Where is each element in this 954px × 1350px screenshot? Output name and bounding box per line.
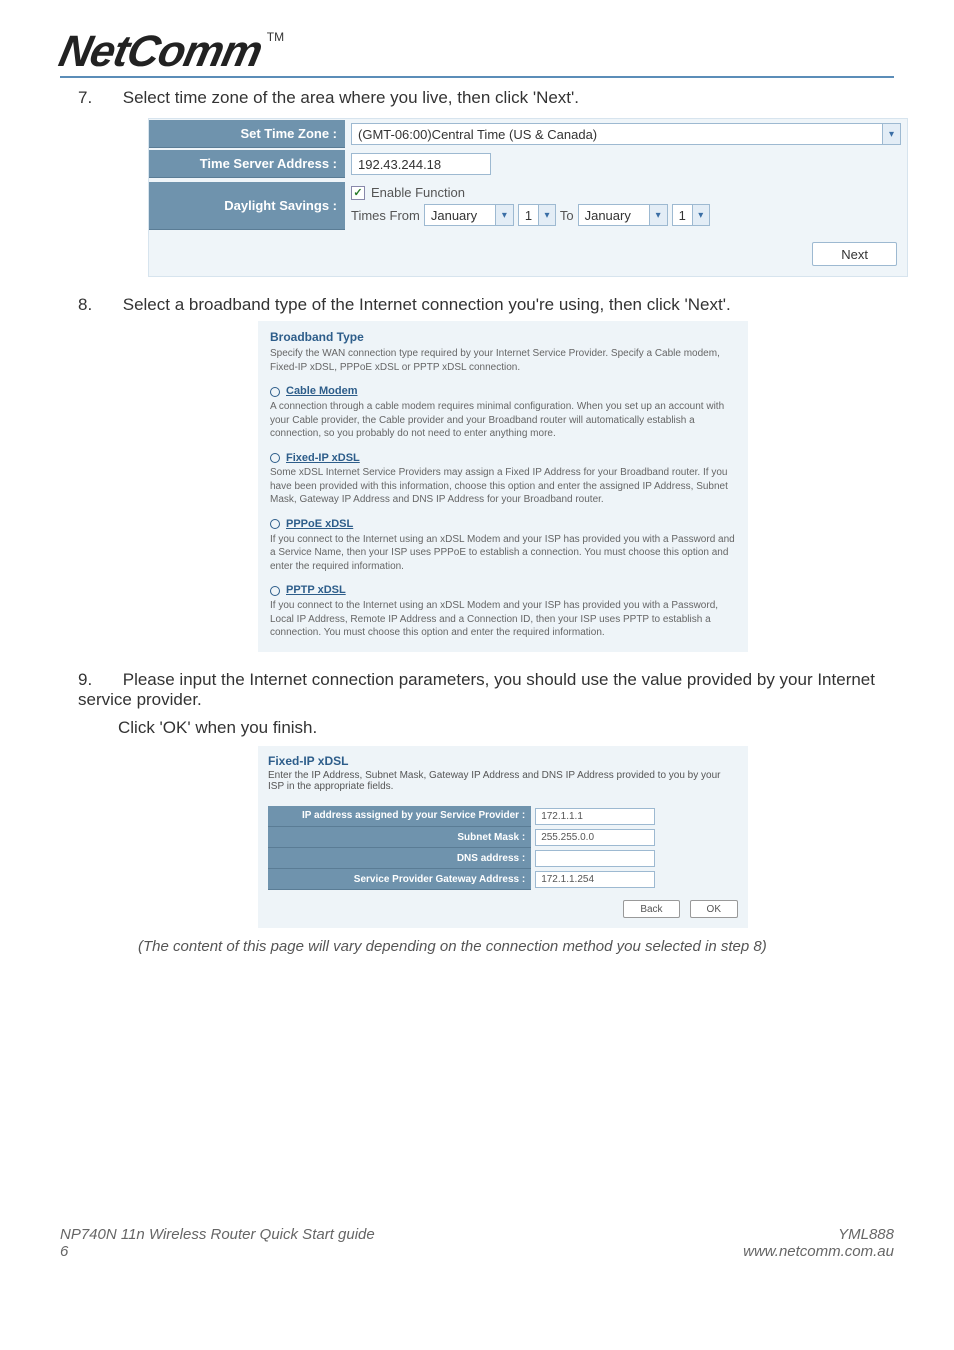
link-fixed-ip[interactable]: Fixed-IP xDSL (286, 451, 360, 466)
chevron-down-icon: ▾ (692, 205, 709, 225)
step-text-9b: Click 'OK' when you finish. (118, 718, 894, 738)
timezone-value: (GMT-06:00)Central Time (US & Canada) (352, 127, 882, 142)
trademark: TM (267, 30, 284, 44)
gateway-input[interactable]: 172.1.1.254 (535, 871, 655, 888)
to-label: To (560, 208, 574, 223)
broadband-panel: Broadband Type Specify the WAN connectio… (258, 321, 748, 652)
step-number-8: 8. (78, 295, 118, 315)
desc-cable-modem: A connection through a cable modem requi… (270, 400, 736, 441)
step-text-8: Select a broadband type of the Internet … (123, 295, 731, 314)
link-pptp[interactable]: PPTP xDSL (286, 583, 346, 598)
timeserver-input[interactable]: 192.43.244.18 (351, 153, 491, 175)
dst-to-day[interactable]: 1 ▾ (672, 204, 710, 226)
desc-pppoe: If you connect to the Internet using an … (270, 533, 736, 574)
dst-from-day[interactable]: 1 ▾ (518, 204, 556, 226)
step-text-7: Select time zone of the area where you l… (123, 88, 579, 107)
page-footer: NP740N 11n Wireless Router Quick Start g… (0, 1220, 954, 1280)
link-cable-modem[interactable]: Cable Modem (286, 384, 358, 399)
chevron-down-icon: ▾ (882, 124, 900, 144)
dst-from-month[interactable]: January ▾ (424, 204, 514, 226)
fixedip-intro: Enter the IP Address, Subnet Mask, Gatew… (268, 770, 738, 792)
brand-name: NetComm (55, 30, 265, 74)
label-dns: DNS address : (268, 848, 531, 869)
label-mask: Subnet Mask : (268, 827, 531, 848)
dst-to-month[interactable]: January ▾ (578, 204, 668, 226)
label-timezone: Set Time Zone : (149, 120, 345, 148)
radio-fixed-ip[interactable] (270, 453, 280, 463)
timeserver-value: 192.43.244.18 (358, 157, 441, 172)
step-number-7: 7. (78, 88, 118, 108)
step-text-9: Please input the Internet connection par… (78, 670, 875, 709)
mask-input[interactable]: 255.255.0.0 (535, 829, 655, 846)
desc-fixed-ip: Some xDSL Internet Service Providers may… (270, 466, 736, 507)
footer-code: YML888 (838, 1226, 894, 1243)
label-timeserver: Time Server Address : (149, 150, 345, 178)
brand-logo: NetComm TM (60, 30, 894, 78)
footer-page-number: 6 (60, 1243, 68, 1260)
footer-url: www.netcomm.com.au (743, 1243, 894, 1260)
chevron-down-icon: ▾ (538, 205, 555, 225)
ip-input[interactable]: 172.1.1.1 (535, 808, 655, 825)
back-button[interactable]: Back (623, 900, 679, 918)
desc-pptp: If you connect to the Internet using an … (270, 599, 736, 640)
radio-pppoe[interactable] (270, 519, 280, 529)
chevron-down-icon: ▾ (495, 205, 513, 225)
step-number-9: 9. (78, 670, 118, 690)
radio-pptp[interactable] (270, 586, 280, 596)
link-pppoe[interactable]: PPPoE xDSL (286, 517, 353, 532)
label-dst: Daylight Savings : (149, 182, 345, 230)
timezone-panel: Set Time Zone : (GMT-06:00)Central Time … (148, 118, 908, 277)
ok-button[interactable]: OK (690, 900, 738, 918)
radio-cable-modem[interactable] (270, 387, 280, 397)
next-button[interactable]: Next (812, 242, 897, 266)
connection-note: (The content of this page will vary depe… (138, 938, 894, 955)
label-gateway: Service Provider Gateway Address : (268, 869, 531, 890)
fixedip-panel: Fixed-IP xDSL Enter the IP Address, Subn… (258, 746, 748, 929)
dst-enable-label: Enable Function (371, 185, 465, 200)
chevron-down-icon: ▾ (649, 205, 667, 225)
broadband-intro: Specify the WAN connection type required… (270, 347, 736, 374)
fixedip-title: Fixed-IP xDSL (268, 754, 738, 768)
timezone-select[interactable]: (GMT-06:00)Central Time (US & Canada) ▾ (351, 123, 901, 145)
broadband-title: Broadband Type (270, 329, 736, 345)
label-ip: IP address assigned by your Service Prov… (268, 806, 531, 827)
dst-checkbox[interactable]: ✓ (351, 186, 365, 200)
dns-input[interactable] (535, 850, 655, 867)
times-from-label: Times From (351, 208, 420, 223)
footer-doc-title: NP740N 11n Wireless Router Quick Start g… (60, 1226, 375, 1243)
